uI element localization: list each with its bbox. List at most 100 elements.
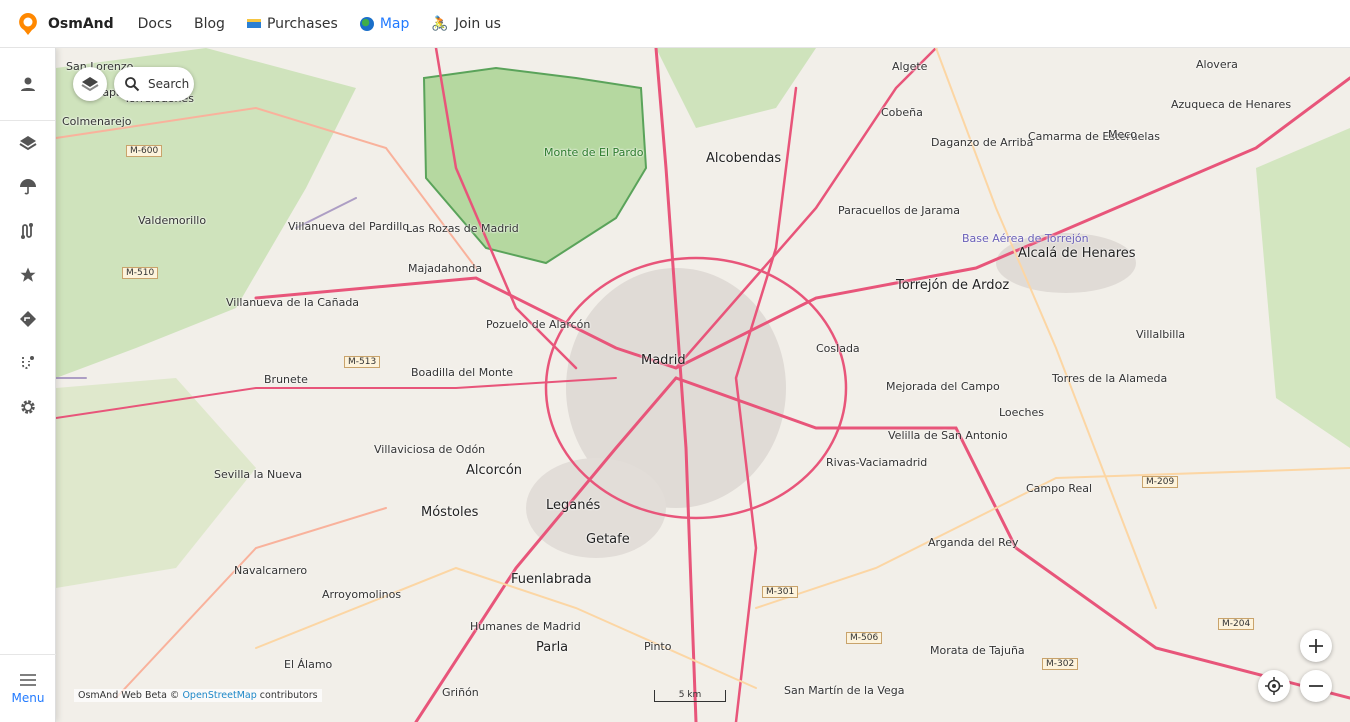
place-label: Pozuelo de Alarcón (486, 318, 591, 331)
forest-area (1256, 128, 1350, 448)
menu-label: Menu (11, 690, 45, 705)
place-label: El Álamo (284, 658, 333, 671)
map-tiles (56, 48, 1350, 722)
place-label: Velilla de San Antonio (888, 429, 1008, 442)
place-label: Getafe (586, 532, 630, 547)
place-label: Paracuellos de Jarama (838, 204, 960, 217)
place-label: Villalbilla (1136, 328, 1186, 341)
road-shield: M-600 (126, 145, 163, 157)
place-label: Azuqueca de Henares (1171, 98, 1292, 111)
place-label: Base Aérea de Torrejón (962, 232, 1089, 245)
place-label: Coslada (816, 342, 860, 355)
place-label: Colmenarejo (62, 115, 132, 128)
place-label: Mejorada del Campo (886, 380, 1000, 393)
account-icon (21, 77, 35, 91)
place-label: Las Rozas de Madrid (406, 222, 519, 235)
place-label: Morata de Tajuña (930, 644, 1025, 657)
nav-docs[interactable]: Docs (138, 16, 172, 32)
map-canvas[interactable]: Madrid Alcobendas Alcorcón Móstoles Leganés G… (56, 48, 1350, 722)
place-label: Móstoles (421, 505, 479, 520)
top-header: OsmAnd Docs Blog Purchases Map 🚴 Join us (0, 0, 1350, 48)
sidebar: Menu (0, 48, 56, 722)
openstreetmap-link[interactable]: OpenStreetMap (182, 690, 256, 701)
nav-label: Docs (137, 15, 172, 32)
place-label: Alcobendas (706, 151, 782, 166)
favorites-star-icon (20, 267, 36, 282)
nav-label: Blog (194, 15, 225, 32)
osmand-logo[interactable]: OsmAnd (18, 12, 114, 36)
nav-purchases[interactable]: Purchases (246, 15, 338, 32)
place-label: Parla (536, 640, 569, 655)
road-shield: M-301 (762, 586, 799, 598)
place-label: Pinto (644, 640, 672, 653)
place-label: Camarma de Esteruelas (1028, 130, 1160, 143)
credit-card-icon (246, 19, 261, 28)
minus-icon (1309, 685, 1323, 687)
zoom-out-button[interactable] (1300, 670, 1332, 702)
place-label: Leganés (546, 498, 601, 513)
layers-icon (19, 136, 37, 151)
sidebar-navigation[interactable] (0, 297, 56, 341)
navigation-icon (20, 311, 36, 327)
sidebar-settings[interactable] (0, 385, 56, 429)
place-label: Villanueva del Pardillo (288, 220, 410, 233)
forest-area (56, 378, 256, 588)
settings-gear-icon (21, 400, 35, 414)
place-label: Monte de El Pardo (544, 146, 644, 159)
place-label: Algete (892, 60, 928, 73)
sidebar-weather[interactable] (0, 165, 56, 209)
road-shield: M-204 (1218, 618, 1255, 630)
place-label: Alcalá de Henares (1018, 246, 1136, 261)
layers-button[interactable] (73, 67, 107, 101)
place-label: Humanes de Madrid (470, 620, 581, 633)
road-shield: M-209 (1142, 476, 1179, 488)
sidebar-tracks[interactable] (0, 209, 56, 253)
search-button[interactable]: Search (114, 67, 194, 101)
attribution: OsmAnd Web Beta © OpenStreetMap contribu… (74, 689, 322, 702)
menu-button[interactable]: Menu (0, 654, 56, 722)
place-label: Alovera (1196, 58, 1238, 71)
sidebar-layers[interactable] (0, 121, 56, 165)
place-label: Cobeña (881, 106, 923, 119)
place-label: San Martín de la Vega (784, 684, 905, 697)
place-label: Meco (1108, 128, 1138, 141)
nav-blog[interactable]: Blog (194, 16, 225, 32)
place-label: Navalcarnero (234, 564, 308, 577)
attribution-prefix: OsmAnd Web Beta © (78, 690, 180, 701)
place-label: Valdemorillo (138, 214, 207, 227)
nav-label: Purchases (266, 15, 338, 32)
hamburger-menu-icon (20, 673, 36, 686)
sidebar-plan-route[interactable] (0, 341, 56, 385)
place-label: Boadilla del Monte (411, 366, 513, 379)
weather-umbrella-icon (20, 179, 36, 195)
place-label: Arganda del Rey (928, 536, 1019, 549)
place-label: Daganzo de Arriba (931, 136, 1034, 149)
my-location-button[interactable] (1258, 670, 1290, 702)
place-label: Sevilla la Nueva (214, 468, 303, 481)
zoom-in-button[interactable] (1300, 630, 1332, 662)
globe-icon (359, 16, 374, 31)
place-label: Majadahonda (408, 262, 483, 275)
place-label: Loeches (999, 406, 1044, 419)
brand-name: OsmAnd (48, 15, 114, 32)
tracks-icon (21, 223, 33, 239)
nav-label: Join us (454, 15, 501, 32)
place-label: Villanueva de la Cañada (226, 296, 360, 309)
place-label: Campo Real (1026, 482, 1093, 495)
sidebar-favorites[interactable] (0, 253, 56, 297)
crosshair-location-icon (1265, 677, 1283, 695)
place-label: Alcorcón (466, 463, 523, 478)
place-label: Rivas-Vaciamadrid (826, 456, 928, 469)
place-label: Torrejón de Ardoz (896, 278, 1010, 293)
place-label: Madrid (641, 353, 686, 368)
place-label: Villaviciosa de Odón (374, 443, 486, 456)
osmand-pin-icon (19, 12, 37, 35)
nav-map[interactable]: Map (359, 16, 409, 32)
place-label: Arroyomolinos (322, 588, 402, 601)
road-shield: M-513 (344, 356, 381, 368)
place-label: Fuenlabrada (511, 572, 592, 587)
nav-join-us[interactable]: 🚴 Join us (431, 16, 501, 32)
search-icon (125, 77, 140, 92)
scale-label: 5 km (678, 690, 702, 700)
sidebar-account[interactable] (0, 48, 56, 120)
